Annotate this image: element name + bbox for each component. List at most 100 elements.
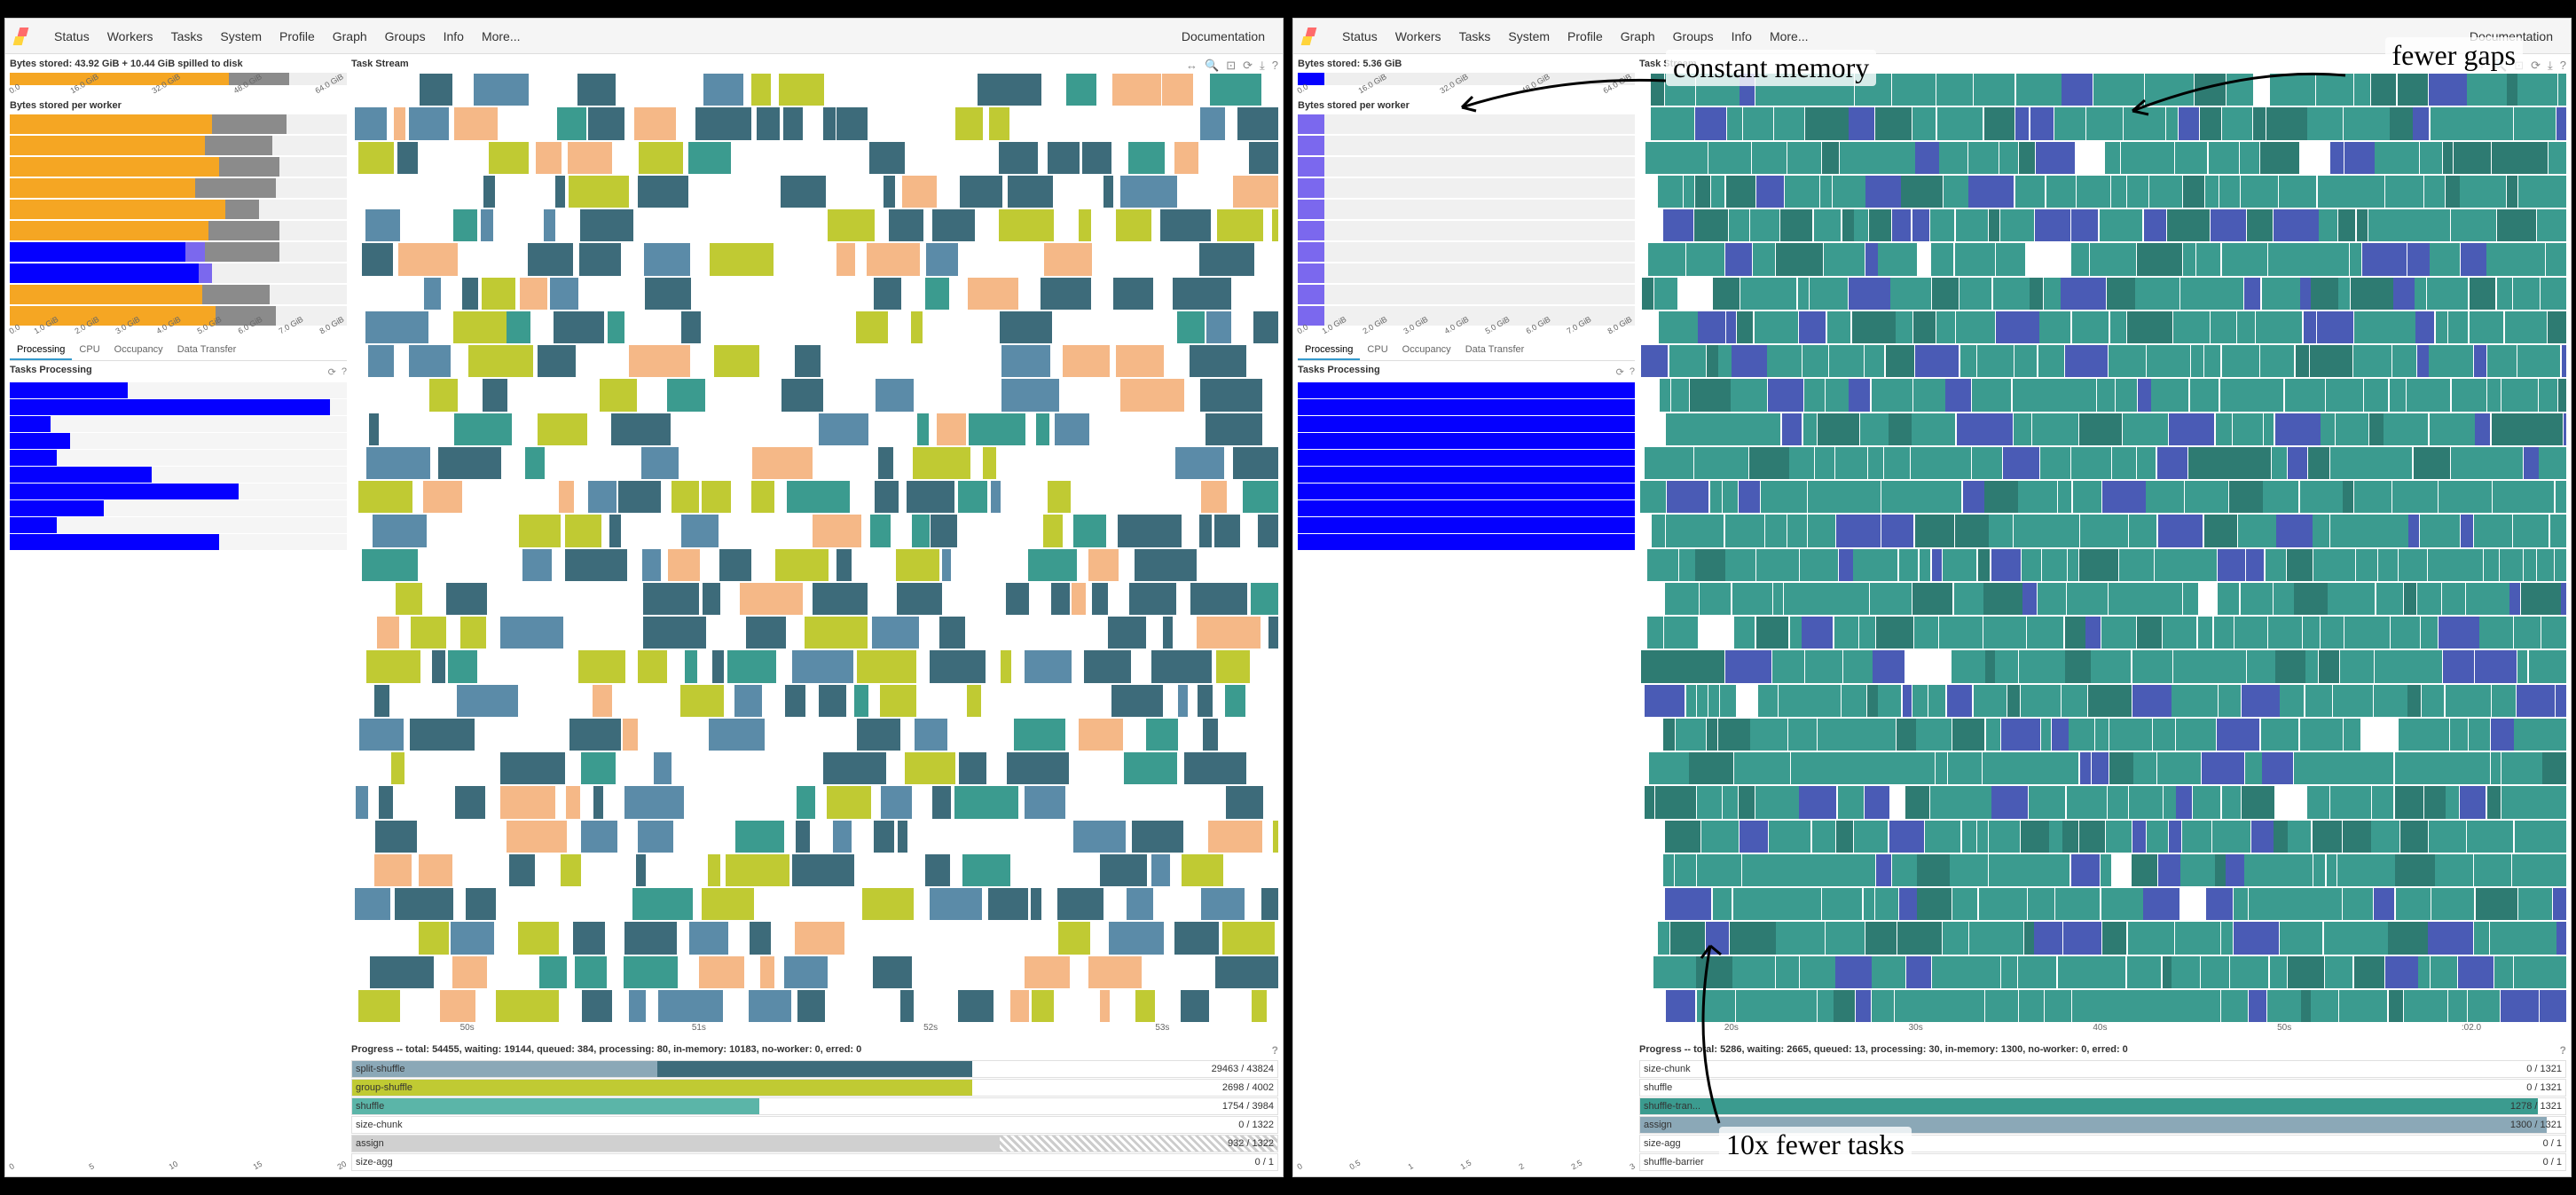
tab-processing[interactable]: Processing [10, 341, 72, 360]
bytes-stored-axis: 0.016.0 GiB32.0 GiB48.0 GiB64.0 GiB [10, 87, 347, 96]
processing-bar [10, 382, 347, 398]
progress-row-shuffle: shuffle1754 / 3984 [351, 1097, 1278, 1115]
box-zoom-icon[interactable]: ⊡ [1226, 59, 1236, 73]
processing-bar [10, 399, 347, 415]
worker-memory-bar [10, 242, 347, 262]
progress-row-size-agg: size-agg0 / 1 [1639, 1135, 2566, 1152]
processing-axis: 05101520 [10, 1163, 347, 1172]
progress-row-shuffle-tran...: shuffle-tran...1278 / 1321 [1639, 1097, 2566, 1115]
bytes-stored-panel: Bytes stored: 43.92 GiB + 10.44 GiB spil… [10, 59, 347, 96]
nav-profile[interactable]: Profile [1567, 29, 1603, 43]
reset-icon[interactable]: ⟳ [1243, 59, 1253, 73]
progress-bars: size-chunk0 / 1321shuffle0 / 1321shuffle… [1639, 1060, 2566, 1172]
pan-icon[interactable]: ↔ [1186, 59, 1198, 73]
processing-bar [10, 534, 347, 550]
help-icon[interactable]: ? [342, 366, 347, 377]
nav-workers[interactable]: Workers [107, 29, 153, 43]
navbar: Status Workers Tasks System Profile Grap… [5, 19, 1283, 54]
save-icon[interactable]: ⤓ [1260, 59, 1265, 73]
box-zoom-icon[interactable]: ⊡ [2514, 59, 2524, 73]
help-icon[interactable]: ? [1272, 1044, 1278, 1057]
reset-icon[interactable]: ⟳ [1616, 366, 1624, 378]
worker-memory-bar [10, 263, 347, 283]
bytes-stored-title: Bytes stored: 43.92 GiB + 10.44 GiB spil… [10, 59, 347, 69]
nav-more[interactable]: More... [1770, 29, 1809, 43]
workers-memory-panel: Bytes stored per worker 0.01.0 GiB2.0 Gi… [10, 100, 347, 336]
progress-row-shuffle: shuffle0 / 1321 [1639, 1079, 2566, 1097]
nav-system[interactable]: System [1508, 29, 1550, 43]
tab-occupancy[interactable]: Occupancy [1395, 341, 1458, 360]
worker-memory-bar [10, 285, 347, 304]
zoom-icon[interactable]: 🔍 [2493, 59, 2507, 73]
workers-memory-panel: Bytes stored per worker 0.01.0 GiB2.0 Gi… [1298, 100, 1635, 336]
nav-info[interactable]: Info [444, 29, 464, 43]
tab-processing[interactable]: Processing [1298, 341, 1360, 360]
nav-graph[interactable]: Graph [333, 29, 367, 43]
dask-logo-icon [14, 28, 32, 45]
processing-bar [1298, 484, 1635, 499]
worker-memory-bar [1298, 242, 1635, 262]
worker-memory-bar [1298, 263, 1635, 283]
tasks-processing-panel: ProcessingCPUOccupancyData Transfer Task… [10, 341, 347, 1172]
pan-icon[interactable]: ↔ [2474, 59, 2486, 73]
processing-bar [10, 467, 347, 483]
worker-memory-bar [1298, 285, 1635, 304]
tasks-processing-title: Tasks Processing [10, 365, 92, 375]
dashboard-right: Status Workers Tasks System Profile Grap… [1292, 18, 2572, 1177]
worker-memory-bar [1298, 221, 1635, 240]
nav-status[interactable]: Status [54, 29, 90, 43]
nav-groups[interactable]: Groups [1673, 29, 1714, 43]
tab-cpu[interactable]: CPU [1360, 341, 1394, 360]
help-icon[interactable]: ? [2560, 1044, 2566, 1057]
nav-info[interactable]: Info [1732, 29, 1752, 43]
worker-axis: 0.01.0 GiB2.0 GiB3.0 GiB4.0 GiB5.0 GiB6.… [1298, 327, 1635, 336]
worker-memory-bar [1298, 157, 1635, 177]
worker-memory-bar [10, 200, 347, 219]
nav-documentation[interactable]: Documentation [1182, 29, 1265, 43]
help-icon[interactable]: ? [1272, 59, 1278, 73]
nav-profile[interactable]: Profile [279, 29, 315, 43]
nav-groups[interactable]: Groups [385, 29, 426, 43]
stream-time-axis: 50s51s52s53s [351, 1023, 1278, 1041]
progress-row-split-shuffle: split-shuffle29463 / 43824 [351, 1060, 1278, 1078]
dask-logo-icon [1302, 28, 1320, 45]
nav-more[interactable]: More... [482, 29, 521, 43]
worker-memory-bar [10, 221, 347, 240]
tab-data-transfer[interactable]: Data Transfer [1458, 341, 1532, 360]
save-icon[interactable]: ⤓ [2548, 59, 2553, 73]
nav-documentation[interactable]: Documentation [2470, 29, 2553, 43]
navbar: Status Workers Tasks System Profile Grap… [1293, 19, 2571, 54]
reset-icon[interactable]: ⟳ [328, 366, 336, 378]
processing-bar [1298, 399, 1635, 415]
nav-workers[interactable]: Workers [1395, 29, 1441, 43]
metric-tabs: ProcessingCPUOccupancyData Transfer [10, 341, 347, 361]
processing-bar [1298, 517, 1635, 533]
tab-cpu[interactable]: CPU [72, 341, 106, 360]
progress-row-group-shuffle: group-shuffle2698 / 4002 [351, 1079, 1278, 1097]
help-icon[interactable]: ? [2560, 59, 2566, 73]
progress-row-size-chunk: size-chunk0 / 1321 [1639, 1060, 2566, 1078]
task-stream-canvas[interactable] [1639, 73, 2566, 1023]
processing-bar [1298, 382, 1635, 398]
nav-tasks[interactable]: Tasks [1459, 29, 1491, 43]
task-stream-canvas[interactable] [351, 73, 1278, 1023]
worker-memory-bar [1298, 114, 1635, 134]
zoom-icon[interactable]: 🔍 [1205, 59, 1219, 73]
processing-bar [1298, 500, 1635, 516]
tab-data-transfer[interactable]: Data Transfer [170, 341, 244, 360]
reset-icon[interactable]: ⟳ [2531, 59, 2541, 73]
progress-row-assign: assign932 / 1322 [351, 1135, 1278, 1152]
worker-axis: 0.01.0 GiB2.0 GiB3.0 GiB4.0 GiB5.0 GiB6.… [10, 327, 347, 336]
processing-bar [1298, 467, 1635, 483]
workers-title: Bytes stored per worker [1298, 100, 1635, 111]
workers-title: Bytes stored per worker [10, 100, 347, 111]
nav-status[interactable]: Status [1342, 29, 1378, 43]
nav-tasks[interactable]: Tasks [171, 29, 203, 43]
tab-occupancy[interactable]: Occupancy [107, 341, 170, 360]
tasks-processing-panel: ProcessingCPUOccupancyData Transfer Task… [1298, 341, 1635, 1172]
nav-graph[interactable]: Graph [1621, 29, 1655, 43]
nav-system[interactable]: System [220, 29, 262, 43]
progress-bars: split-shuffle29463 / 43824group-shuffle2… [351, 1060, 1278, 1172]
progress-row-assign: assign1300 / 1321 [1639, 1116, 2566, 1134]
help-icon[interactable]: ? [1630, 366, 1635, 377]
